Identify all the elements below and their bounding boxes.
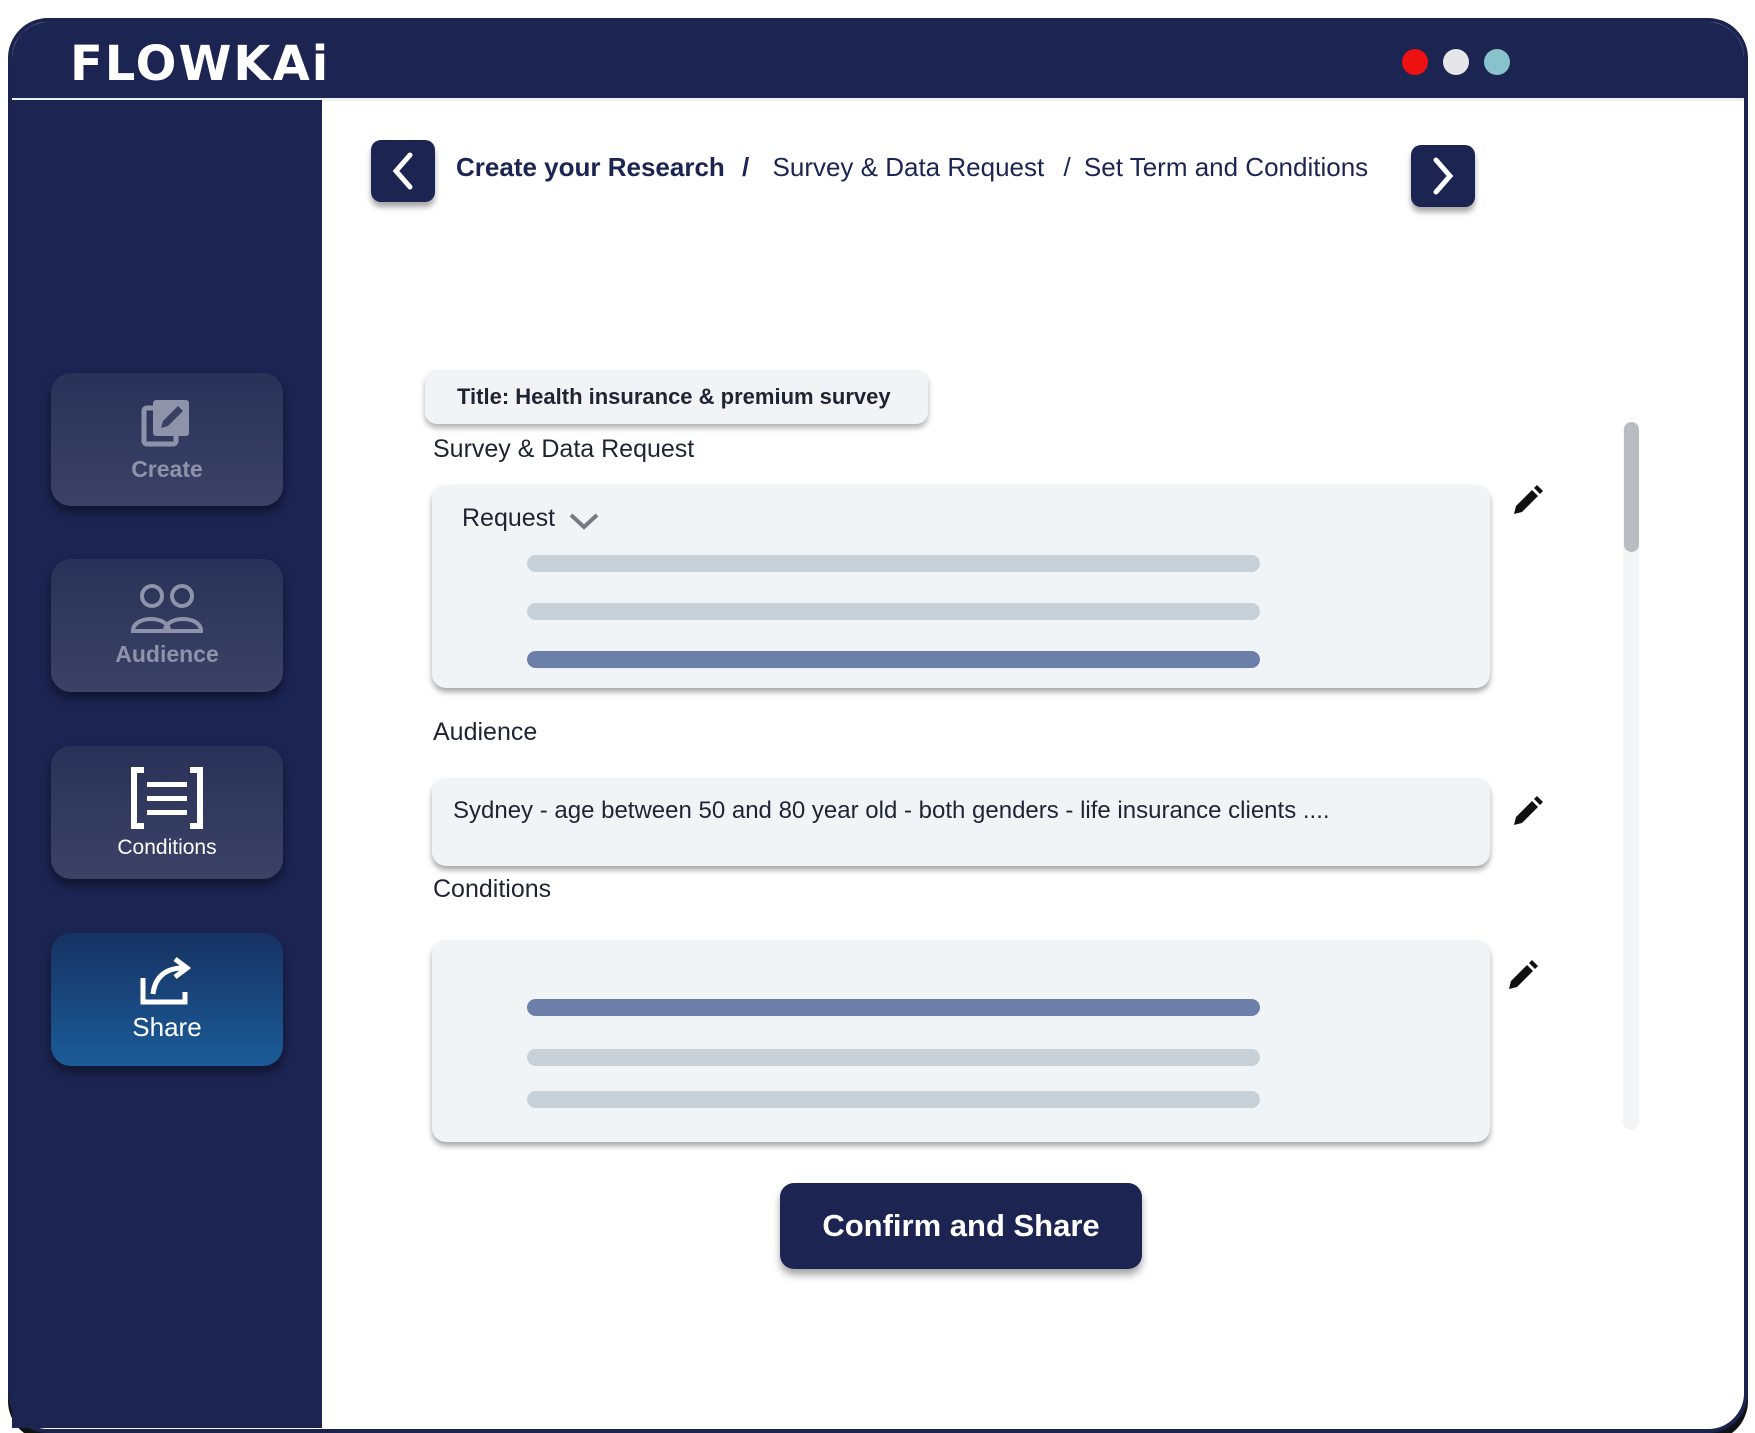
- share-icon: [140, 957, 192, 1005]
- sidebar-item-audience[interactable]: Audience: [51, 559, 283, 692]
- breadcrumb-step-survey[interactable]: Survey & Data Request: [773, 152, 1045, 182]
- minimize-window-button[interactable]: [1443, 49, 1469, 75]
- audience-summary-text: Sydney - age between 50 and 80 year old …: [453, 797, 1330, 824]
- close-window-button[interactable]: [1402, 49, 1428, 75]
- edit-request-icon[interactable]: [1510, 484, 1544, 518]
- conditions-card: [432, 940, 1490, 1142]
- app-logo: FLOWKAi: [70, 36, 331, 92]
- request-placeholder-line: [527, 555, 1260, 572]
- breadcrumb-separator: /: [742, 152, 750, 182]
- title-bar: FLOWKAi: [12, 22, 1744, 101]
- request-placeholder-line: [527, 603, 1260, 620]
- research-title-chip: Title: Health insurance & premium survey: [425, 370, 928, 424]
- request-card: Request: [432, 485, 1490, 688]
- sidebar-item-label: Create: [131, 456, 203, 482]
- breadcrumb-step-create[interactable]: Create your Research: [456, 152, 725, 182]
- sidebar-item-conditions[interactable]: Conditions: [51, 746, 283, 879]
- edit-audience-icon[interactable]: [1510, 795, 1544, 829]
- conditions-section-label: Conditions: [433, 875, 552, 903]
- document-icon: [131, 766, 203, 829]
- request-placeholder-line-selected: [527, 651, 1260, 668]
- request-dropdown-label: Request: [462, 503, 556, 532]
- edit-icon: [141, 400, 189, 447]
- survey-section-label: Survey & Data Request: [433, 435, 695, 463]
- sidebar-item-label: Conditions: [117, 835, 217, 859]
- scrollbar-thumb[interactable]: [1624, 422, 1639, 552]
- chevron-down-icon: [569, 513, 599, 530]
- edit-conditions-icon[interactable]: [1505, 959, 1539, 993]
- conditions-placeholder-line: [527, 1091, 1260, 1108]
- chevron-left-icon: [392, 152, 413, 190]
- audience-card[interactable]: Sydney - age between 50 and 80 year old …: [432, 778, 1490, 866]
- breadcrumb-separator: /: [1063, 152, 1071, 182]
- audience-section-label: Audience: [433, 718, 538, 746]
- users-icon: [130, 584, 204, 633]
- sidebar-item-share[interactable]: Share: [51, 933, 283, 1066]
- conditions-placeholder-line: [527, 1049, 1260, 1066]
- next-button[interactable]: [1411, 145, 1475, 207]
- back-button[interactable]: [371, 140, 435, 202]
- chevron-right-icon: [1433, 157, 1454, 195]
- request-dropdown[interactable]: Request: [462, 503, 601, 533]
- conditions-placeholder-line-selected: [527, 999, 1260, 1016]
- breadcrumb-step-conditions[interactable]: Set Term and Conditions: [1084, 152, 1368, 182]
- sidebar-item-label: Audience: [115, 641, 219, 667]
- breadcrumb: Create your Research / Survey & Data Req…: [456, 152, 1368, 183]
- confirm-and-share-button[interactable]: Confirm and Share: [780, 1183, 1142, 1269]
- sidebar-item-create[interactable]: Create: [51, 373, 283, 506]
- maximize-window-button[interactable]: [1484, 49, 1510, 75]
- sidebar-item-label: Share: [132, 1012, 202, 1042]
